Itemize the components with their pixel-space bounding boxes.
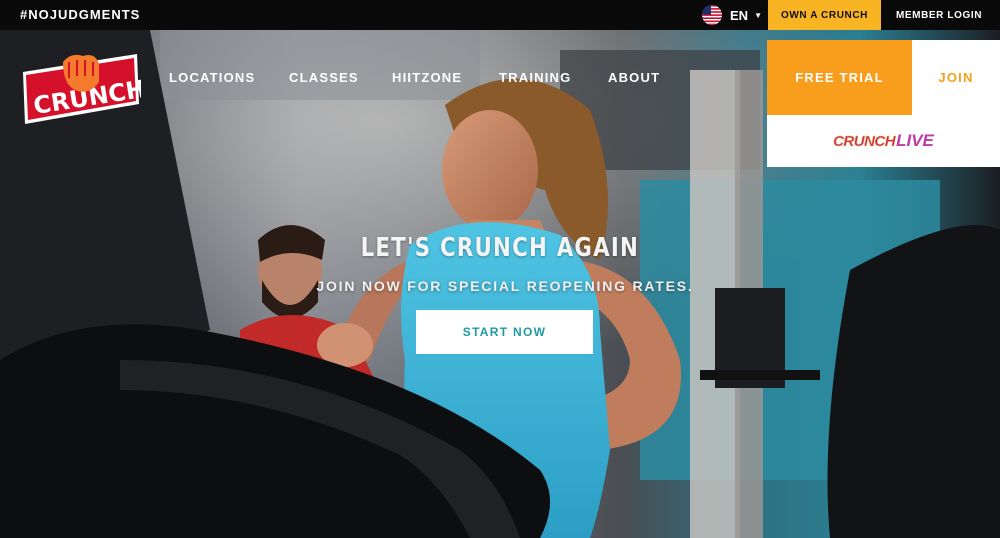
nav-training[interactable]: TRAINING xyxy=(499,70,571,85)
hero-headline-text: LET'S CRUNCH AGAIN xyxy=(360,233,640,263)
start-now-button[interactable]: START NOW xyxy=(416,310,593,354)
nav-classes[interactable]: CLASSES xyxy=(289,70,359,85)
own-a-crunch-button[interactable]: OWN A CRUNCH xyxy=(768,0,881,30)
join-button[interactable]: JOIN xyxy=(912,40,1000,115)
member-login-link[interactable]: MEMBER LOGIN xyxy=(886,0,992,30)
crunch-live-link[interactable]: CRUNCH LIVE xyxy=(767,115,1000,167)
nav-hiitzone[interactable]: HIITZONE xyxy=(392,70,462,85)
language-label: EN xyxy=(730,7,749,23)
hashtag-label: #NOJUDGMENTS xyxy=(20,7,141,22)
chevron-down-icon: ▼ xyxy=(754,10,762,20)
language-selector[interactable]: EN ▼ xyxy=(702,4,762,26)
hero-headline: LET'S CRUNCH AGAIN xyxy=(0,233,1000,263)
crunch-live-crunch-text: CRUNCH xyxy=(833,132,896,150)
crunch-live-live-text: LIVE xyxy=(896,131,934,150)
crunch-live-logo: CRUNCH LIVE xyxy=(833,131,934,151)
top-bar: #NOJUDGMENTS EN ▼ OWN A CRUNCH MEMBER LO… xyxy=(0,0,1000,30)
us-flag-icon xyxy=(702,5,722,25)
nav-about[interactable]: ABOUT xyxy=(608,70,660,85)
hero-subhead: JOIN NOW FOR SPECIAL REOPENING RATES. xyxy=(316,278,694,294)
nav-locations[interactable]: LOCATIONS xyxy=(169,70,255,85)
crunch-logo[interactable]: CRUNCH xyxy=(19,52,141,126)
free-trial-button[interactable]: FREE TRIAL xyxy=(767,40,912,115)
